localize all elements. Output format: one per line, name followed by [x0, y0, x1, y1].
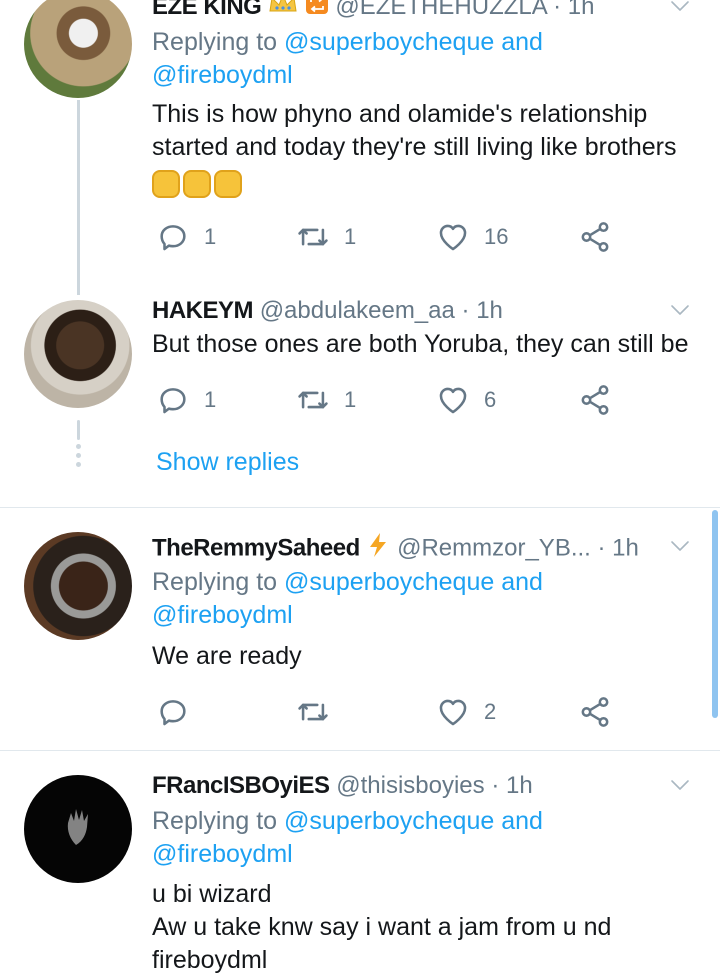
- avatar[interactable]: [24, 775, 132, 883]
- tweet-text: This is how phyno and olamide's relation…: [152, 98, 697, 200]
- lightning-icon: [366, 532, 390, 566]
- share-icon: [578, 220, 612, 254]
- display-name[interactable]: FRancISBOyiES: [152, 772, 330, 799]
- chevron-down-icon[interactable]: [668, 298, 692, 322]
- show-replies-link[interactable]: Show replies: [156, 446, 299, 479]
- share-icon: [578, 695, 612, 729]
- tweet-header: EZE KING @EZETHEHUZZLA · 1h: [152, 0, 660, 23]
- thread-line: [77, 100, 80, 295]
- tweet-eze-king[interactable]: EZE KING @EZETHEHUZZLA · 1h Replying to …: [0, 0, 720, 295]
- share-icon: [578, 383, 612, 417]
- scrollbar[interactable]: [712, 510, 718, 718]
- like-count: 16: [484, 224, 509, 249]
- user-handle[interactable]: @abdulakeem_aa: [260, 297, 455, 324]
- repeat-emoji-icon: [305, 0, 329, 23]
- tweet-body-line: fireboydml: [152, 946, 268, 974]
- reply-icon: [156, 695, 190, 729]
- heart-icon: [436, 695, 470, 729]
- replying-prefix: Replying to: [152, 807, 278, 835]
- hand-image-icon: [67, 809, 88, 845]
- timestamp: · 1h: [553, 0, 595, 20]
- mention-link[interactable]: @fireboydml: [152, 840, 293, 868]
- reply-button[interactable]: 1: [156, 380, 216, 420]
- avatar[interactable]: [24, 300, 132, 408]
- like-count: 2: [484, 699, 497, 724]
- tweet-text: But those ones are both Yoruba, they can…: [152, 328, 697, 361]
- user-handle[interactable]: @Remmzor_YB...: [397, 534, 591, 561]
- avatar[interactable]: [24, 532, 132, 640]
- replying-to: Replying to @superboycheque and @fireboy…: [152, 805, 672, 871]
- tweet-body: This is how phyno and olamide's relation…: [152, 100, 677, 161]
- tweet-francisboyies[interactable]: FRancISBOyiES @thisisboyies · 1h Replyin…: [0, 751, 720, 975]
- display-name[interactable]: HAKEYM: [152, 297, 254, 324]
- share-button[interactable]: [578, 217, 612, 257]
- reply-button[interactable]: 1: [156, 217, 216, 257]
- like-button[interactable]: 16: [436, 217, 508, 257]
- retweet-count: 1: [344, 224, 357, 249]
- timestamp: · 1h: [491, 772, 533, 799]
- chevron-down-icon[interactable]: [668, 534, 692, 558]
- tweet-hakeym[interactable]: HAKEYM @abdulakeem_aa · 1h But those one…: [0, 290, 720, 505]
- display-name[interactable]: TheRemmySaheed: [152, 534, 360, 561]
- tweet-header: TheRemmySaheed @Remmzor_YB... · 1h: [152, 532, 660, 566]
- timestamp: · 1h: [461, 297, 503, 324]
- like-button[interactable]: 2: [436, 692, 496, 732]
- tweet-body-line: u bi wizard: [152, 880, 272, 908]
- tweet-body: We are ready: [152, 642, 302, 670]
- reply-count: 1: [204, 224, 217, 249]
- thread-dots: [76, 420, 81, 471]
- reply-count: 1: [204, 387, 217, 412]
- tweet-text: u bi wizard Aw u take knw say i want a j…: [152, 878, 697, 975]
- replying-to: Replying to @superboycheque and @fireboy…: [152, 26, 672, 92]
- reply-button[interactable]: [156, 692, 204, 732]
- retweet-button[interactable]: 1: [296, 380, 356, 420]
- heart-icon: [436, 220, 470, 254]
- user-handle[interactable]: @EZETHEHUZZLA: [335, 0, 546, 20]
- replying-prefix: Replying to: [152, 28, 278, 56]
- mention-link[interactable]: @superboycheque: [284, 807, 494, 835]
- mention-link[interactable]: @superboycheque: [284, 568, 494, 596]
- like-count: 6: [484, 387, 497, 412]
- crown-icon: [268, 0, 298, 23]
- share-button[interactable]: [578, 692, 612, 732]
- tweet-header: HAKEYM @abdulakeem_aa · 1h: [152, 296, 660, 326]
- tweet-header: FRancISBOyiES @thisisboyies · 1h: [152, 771, 660, 801]
- tweet-text: We are ready: [152, 640, 697, 673]
- display-name[interactable]: EZE KING: [152, 0, 262, 20]
- tweet-actions: 1 1 6: [152, 380, 632, 420]
- mention-link[interactable]: @fireboydml: [152, 601, 293, 629]
- like-button[interactable]: 6: [436, 380, 496, 420]
- tweet-theremmysaheed[interactable]: TheRemmySaheed @Remmzor_YB... · 1h Reply…: [0, 508, 720, 750]
- chevron-down-icon[interactable]: [668, 773, 692, 797]
- replying-and[interactable]: and: [501, 28, 543, 56]
- replying-to: Replying to @superboycheque and @fireboy…: [152, 566, 672, 632]
- replying-and[interactable]: and: [501, 807, 543, 835]
- reply-icon: [156, 220, 190, 254]
- timestamp: · 1h: [597, 534, 639, 562]
- chevron-down-icon[interactable]: [668, 0, 692, 18]
- share-button[interactable]: [578, 380, 612, 420]
- fist-emoji: [152, 167, 245, 200]
- mention-link[interactable]: @fireboydml: [152, 61, 293, 89]
- retweet-icon: [296, 695, 330, 729]
- heart-icon: [436, 383, 470, 417]
- retweet-button[interactable]: 1: [296, 217, 356, 257]
- tweet-actions: 1 1 16: [152, 217, 632, 257]
- user-handle[interactable]: @thisisboyies: [336, 772, 484, 799]
- tweet-body: But those ones are both Yoruba, they can…: [152, 330, 689, 358]
- tweet-actions: 2: [152, 692, 632, 732]
- reply-icon: [156, 383, 190, 417]
- replying-prefix: Replying to: [152, 568, 278, 596]
- retweet-button[interactable]: [296, 692, 344, 732]
- avatar[interactable]: [24, 0, 132, 98]
- tweet-body-line: Aw u take knw say i want a jam from u nd: [152, 913, 612, 941]
- retweet-icon: [296, 383, 330, 417]
- retweet-count: 1: [344, 387, 357, 412]
- replying-and[interactable]: and: [501, 568, 543, 596]
- retweet-icon: [296, 220, 330, 254]
- mention-link[interactable]: @superboycheque: [284, 28, 494, 56]
